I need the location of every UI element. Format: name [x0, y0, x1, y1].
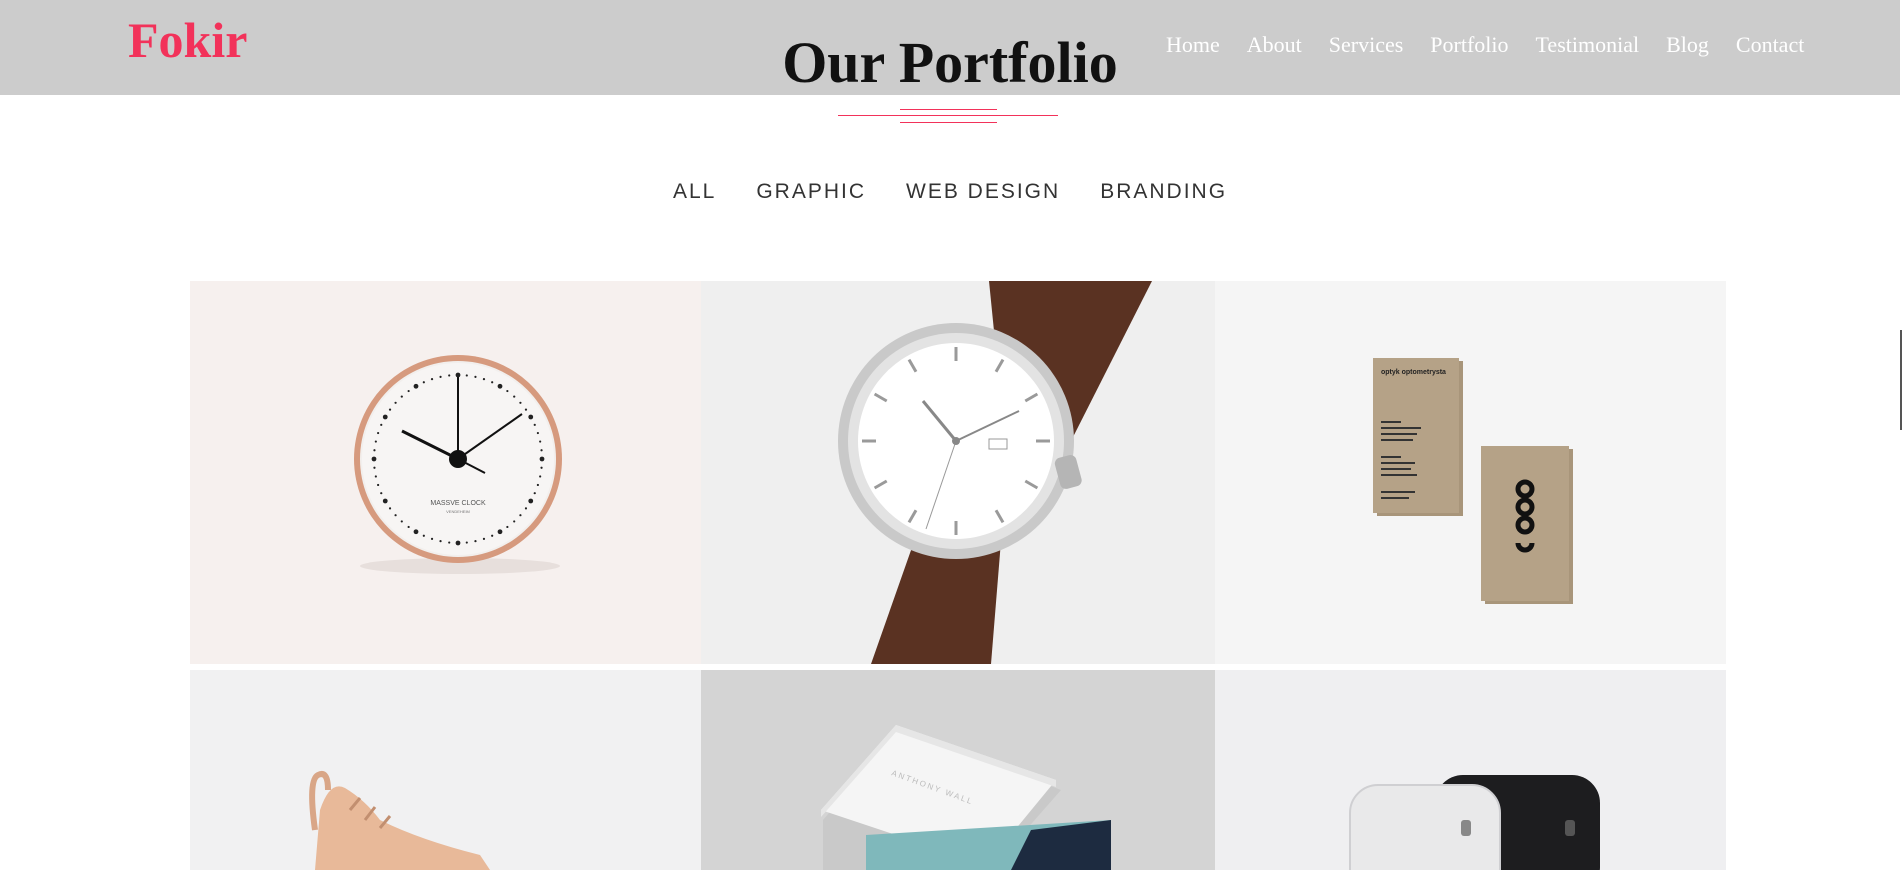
title-divider	[838, 107, 1060, 125]
clock-image: MASSVE CLOCK VENDEHEIM	[354, 355, 562, 574]
device-image	[1349, 775, 1600, 870]
portfolio-filters: ALL GRAPHIC WEB DESIGN BRANDING	[0, 180, 1900, 204]
portfolio-item-watch[interactable]	[701, 281, 1215, 664]
filter-web-design[interactable]: WEB DESIGN	[906, 180, 1060, 204]
clock-brand-text: MASSVE CLOCK	[430, 500, 486, 507]
portfolio-item-business-cards[interactable]: optyk optometrysta	[1215, 281, 1726, 664]
filter-all[interactable]: ALL	[673, 180, 716, 204]
section-title: Our Portfolio	[782, 30, 1118, 95]
portfolio-item-card-stack[interactable]: ANTHONY WALL	[701, 670, 1215, 870]
card-stack-image: ANTHONY WALL	[821, 725, 1111, 870]
card-title: optyk optometrysta	[1381, 369, 1446, 376]
sneaker-image	[309, 771, 490, 870]
watch-image	[838, 281, 1152, 664]
portfolio-item-device[interactable]	[1215, 670, 1726, 870]
portfolio-item-clock[interactable]: MASSVE CLOCK VENDEHEIM	[190, 281, 701, 664]
svg-text:VENDEHEIM: VENDEHEIM	[446, 509, 470, 514]
filter-branding[interactable]: BRANDING	[1100, 180, 1227, 204]
portfolio-item-sneaker[interactable]	[190, 670, 701, 870]
cards-image: optyk optometrysta	[1373, 358, 1573, 604]
filter-graphic[interactable]: GRAPHIC	[756, 180, 866, 204]
